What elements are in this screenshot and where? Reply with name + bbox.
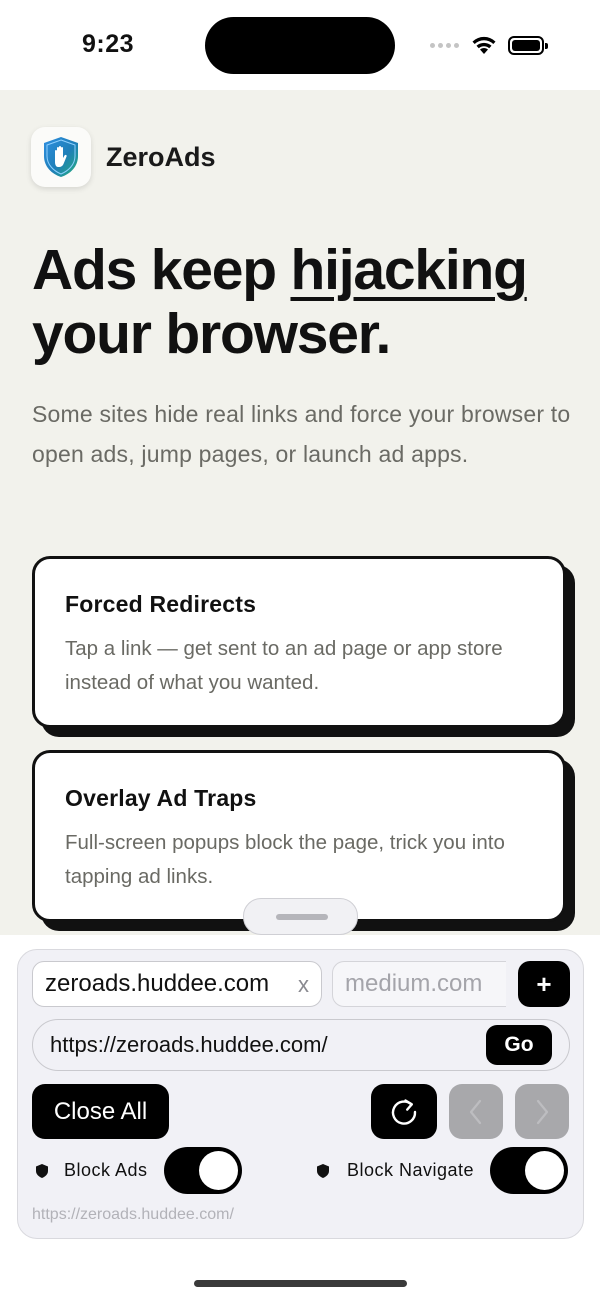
status-bar: 9:23 [0,0,600,90]
url-input[interactable]: https://zeroads.huddee.com/ Go [32,1019,570,1071]
tab-zeroads[interactable]: zeroads.huddee.com x [32,961,322,1007]
wifi-icon [470,33,498,60]
reload-icon [391,1098,417,1125]
hero-title-emphasis: hijacking [290,238,527,302]
cellular-signal-icon [430,43,459,48]
shield-icon [36,1163,48,1178]
block-navigate-toggle[interactable] [490,1147,569,1194]
block-ads-row: Block Ads [36,1147,242,1194]
block-ads-toggle[interactable] [163,1147,242,1194]
dynamic-island [205,17,395,74]
feature-card-forced-redirects: Forced Redirects Tap a link — get sent t… [32,556,566,728]
back-button[interactable] [449,1084,503,1139]
block-navigate-label: Block Navigate [347,1160,475,1180]
browser-control-panel: zeroads.huddee.com x medium.com + https:… [17,949,584,1239]
tab-close-button[interactable]: x [298,972,309,998]
tab-label: zeroads.huddee.com [45,970,270,997]
hero-subtitle: Some sites hide real links and force you… [32,401,571,467]
brand-name: ZeroAds [106,141,216,172]
hero-title-post: your browser. [32,302,391,366]
forward-button[interactable] [515,1084,569,1139]
chevron-right-icon [536,1099,549,1124]
drawer-grip-icon [276,914,328,920]
url-input-value: https://zeroads.huddee.com/ [50,1032,328,1057]
current-url-text: https://zeroads.huddee.com/ [32,1206,234,1223]
add-tab-button[interactable]: + [518,961,570,1007]
block-ads-label: Block Ads [64,1160,148,1180]
hero-title-pre: Ads keep [32,238,291,302]
feature-card-overlay-ad-traps: Overlay Ad Traps Full-screen popups bloc… [32,750,566,922]
chevron-left-icon [469,1099,482,1124]
feature-card-body: Tap a link — get sent to an ad page or a… [65,637,503,694]
shield-icon [317,1163,329,1178]
status-time: 9:23 [82,30,135,58]
hero-title: Ads keep hijacking your browser. [32,238,577,366]
block-navigate-row: Block Navigate [317,1147,569,1194]
home-indicator[interactable] [194,1280,407,1287]
close-all-button[interactable]: Close All [32,1084,169,1139]
web-page: ZeroAds Ads keep hijacking your browser. … [0,90,600,935]
feature-card-title: Overlay Ad Traps [65,785,257,811]
reload-button[interactable] [371,1084,437,1139]
tab-medium[interactable]: medium.com [332,961,506,1007]
brand-header[interactable]: ZeroAds [31,127,216,187]
tab-label: medium.com [345,970,483,997]
go-button[interactable]: Go [486,1025,552,1065]
drawer-handle[interactable] [243,898,358,935]
battery-icon [508,36,548,55]
feature-card-body: Full-screen popups block the page, trick… [65,831,505,888]
shield-hand-icon [31,127,91,187]
feature-card-title: Forced Redirects [65,591,257,617]
